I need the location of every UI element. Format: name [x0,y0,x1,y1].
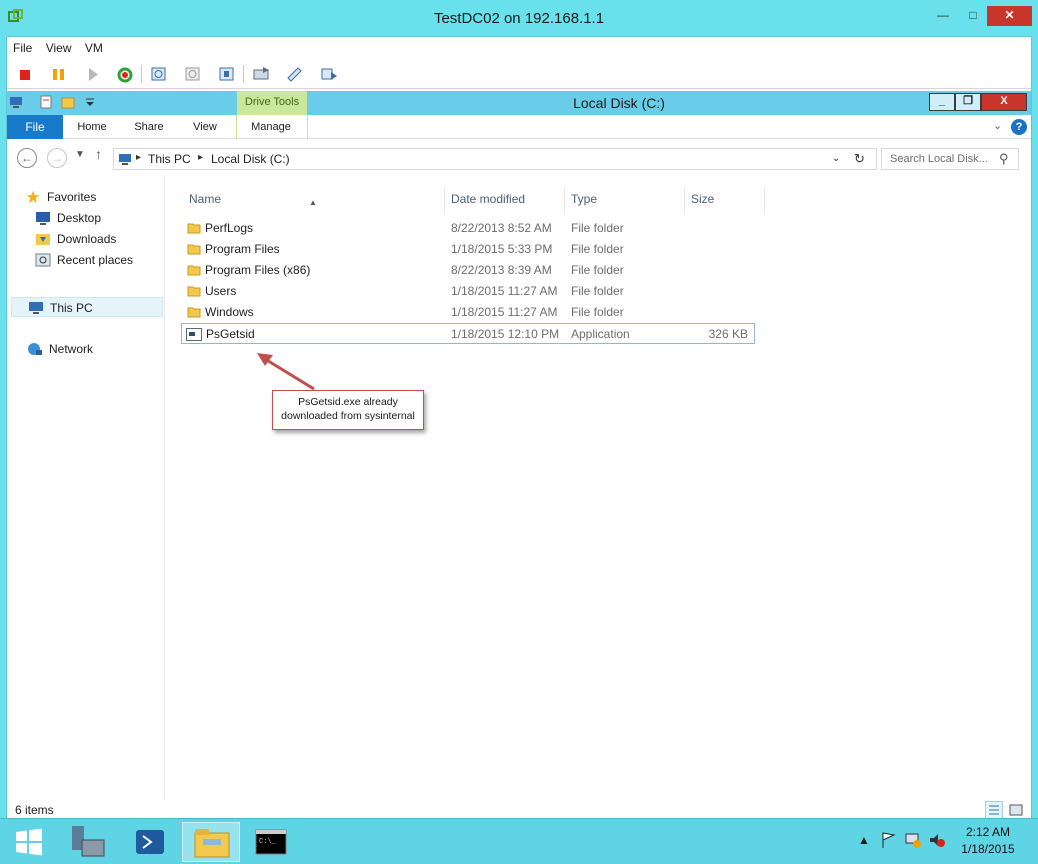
callout-line-1: PsGetsid.exe already [298,396,398,408]
annotation-arrow-icon [257,353,315,391]
show-hidden-icons-icon[interactable]: ▲ [858,833,870,847]
snapshot-icon[interactable] [149,64,169,84]
vm-menu-file[interactable]: File [7,37,36,55]
vm-maximize-button[interactable]: □ [960,6,986,26]
item-count: 6 items [15,803,54,817]
svg-text:C:\_: C:\_ [259,838,277,846]
suspend-icon[interactable] [49,64,69,84]
callout-line-2: downloaded from sysinternal [281,410,415,422]
status-bar: 6 items [7,799,1031,819]
powershell-button[interactable] [122,822,180,862]
taskbar-clock[interactable]: 2:12 AM 1/18/2015 [950,824,1026,858]
powershell-icon [136,830,164,854]
command-prompt-button[interactable]: C:\_ [242,822,300,862]
reset-icon[interactable] [115,64,135,84]
vm-title: TestDC02 on 192.168.1.1 [433,10,605,27]
vm-title-bar: TestDC02 on 192.168.1.1 — □ ✕ [0,0,1038,36]
server-manager-icon [72,826,105,857]
send-keys-icon[interactable] [251,64,271,84]
power-on-icon[interactable] [83,64,103,84]
action-center-flag-icon[interactable] [880,831,898,849]
vm-toolbar [7,59,1031,89]
file-explorer-icon [194,829,230,858]
large-icons-view-icon[interactable] [1007,801,1025,819]
clock-date: 1/18/2015 [961,842,1015,856]
server-manager-button[interactable] [60,822,118,862]
toolbar-divider [141,65,142,83]
vm-menu-bar: File View VM [7,37,1031,57]
taskbar: C:\_ ▲ 2:12 AM 1/18/2015 [0,818,1038,864]
file-explorer-taskbar-button[interactable] [182,822,240,862]
edit-settings-icon[interactable] [285,64,305,84]
vm-menu-vm[interactable]: VM [79,37,107,55]
snapshot-manager-icon[interactable] [217,64,237,84]
toolbar-divider [243,65,244,83]
vm-console: File View VM Drive Tools Local Disk (C:)… [6,36,1032,819]
network-status-icon[interactable] [904,831,922,849]
vm-menu-view[interactable]: View [40,37,76,55]
file-explorer-window: Drive Tools Local Disk (C:) _ ❐ X File H… [7,91,1031,819]
revert-snapshot-icon[interactable] [183,64,203,84]
vm-close-button[interactable]: ✕ [987,6,1032,26]
windows-logo-icon [16,828,42,856]
volume-muted-icon[interactable] [928,831,946,849]
start-button[interactable] [2,822,54,862]
power-off-icon[interactable] [15,64,35,84]
connect-devices-icon[interactable] [319,64,339,84]
vm-minimize-button[interactable]: — [930,6,956,26]
annotation-callout: PsGetsid.exe already downloaded from sys… [272,390,424,430]
clock-time: 2:12 AM [965,825,1011,839]
command-prompt-icon: C:\_ [255,829,287,855]
details-view-icon[interactable] [985,801,1003,819]
